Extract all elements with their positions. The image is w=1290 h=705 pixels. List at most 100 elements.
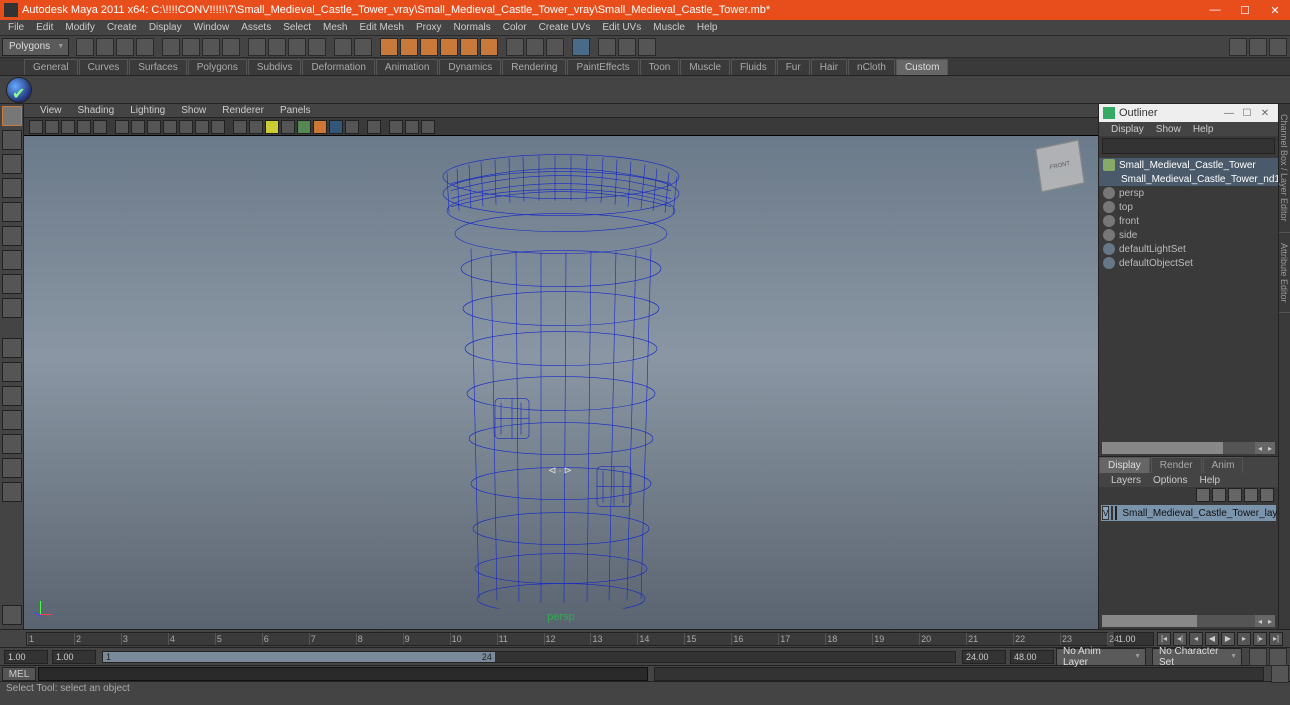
prefs-button[interactable]: [1269, 648, 1287, 666]
shelf-tab-animation[interactable]: Animation: [376, 59, 438, 75]
viewport-menu-lighting[interactable]: Lighting: [122, 105, 173, 116]
range-start-field[interactable]: 1.00: [4, 650, 48, 664]
show-manip-tool[interactable]: [2, 298, 22, 318]
layout-icon[interactable]: [1229, 38, 1247, 56]
vp-icon[interactable]: [249, 120, 263, 134]
vp-icon[interactable]: [195, 120, 209, 134]
menu-mode-dropdown[interactable]: Polygons: [2, 38, 69, 56]
vp-icon[interactable]: [163, 120, 177, 134]
outliner-menu-show[interactable]: Show: [1150, 124, 1187, 135]
tool-icon[interactable]: [598, 38, 616, 56]
select-tool[interactable]: [2, 106, 22, 126]
layout-button[interactable]: [2, 410, 22, 430]
vp-icon[interactable]: [367, 120, 381, 134]
script-editor-button[interactable]: [1271, 665, 1289, 683]
shelf-tab-subdivs[interactable]: Subdivs: [248, 59, 302, 75]
vp-icon[interactable]: [147, 120, 161, 134]
viewport-menu-panels[interactable]: Panels: [272, 105, 319, 116]
tool-icon[interactable]: [222, 38, 240, 56]
menu-edit-mesh[interactable]: Edit Mesh: [353, 22, 409, 33]
layer-icon[interactable]: [1196, 488, 1210, 502]
command-input[interactable]: [38, 667, 648, 681]
layer-type-toggle[interactable]: [1111, 506, 1113, 520]
menu-assets[interactable]: Assets: [235, 22, 277, 33]
vp-icon[interactable]: [115, 120, 129, 134]
menu-display[interactable]: Display: [143, 22, 188, 33]
tool-settings-button[interactable]: [2, 605, 22, 625]
shelf-tab-custom[interactable]: Custom: [896, 59, 948, 75]
shelf-tab-polygons[interactable]: Polygons: [188, 59, 247, 75]
close-button[interactable]: ✕: [1260, 0, 1290, 20]
shelf-tab-ncloth[interactable]: nCloth: [848, 59, 895, 75]
menu-help[interactable]: Help: [691, 22, 724, 33]
step-back-key-button[interactable]: ◂|: [1173, 632, 1187, 646]
soft-mod-tool[interactable]: [2, 274, 22, 294]
layer-tab-anim[interactable]: Anim: [1203, 457, 1244, 473]
tool-icon[interactable]: [334, 38, 352, 56]
outliner-item[interactable]: Small_Medieval_Castle_Tower: [1099, 158, 1278, 172]
layout-button[interactable]: [2, 434, 22, 454]
outliner-item[interactable]: side: [1099, 228, 1278, 242]
snap-icon[interactable]: [440, 38, 458, 56]
tool-icon[interactable]: [96, 38, 114, 56]
shelf-tab-general[interactable]: General: [24, 59, 78, 75]
layout-icon[interactable]: [1269, 38, 1287, 56]
layer-icon[interactable]: [1244, 488, 1258, 502]
universal-manip-tool[interactable]: [2, 250, 22, 270]
rotate-tool[interactable]: [2, 202, 22, 222]
layout-button[interactable]: [2, 386, 22, 406]
vp-icon[interactable]: [29, 120, 43, 134]
viewport-menu-renderer[interactable]: Renderer: [214, 105, 272, 116]
layer-icon[interactable]: [1260, 488, 1274, 502]
sidebar-tab-attribute-editor[interactable]: Attribute Editor: [1279, 233, 1290, 314]
panel-maximize-button[interactable]: ☐: [1238, 108, 1256, 119]
snap-icon[interactable]: [460, 38, 478, 56]
vp-icon[interactable]: [281, 120, 295, 134]
viewport-menu-view[interactable]: View: [32, 105, 70, 116]
move-tool[interactable]: [2, 178, 22, 198]
viewport-menu-shading[interactable]: Shading: [70, 105, 123, 116]
time-slider-track[interactable]: 123456789101112131415161718192021222324: [26, 632, 1108, 646]
menu-muscle[interactable]: Muscle: [647, 22, 691, 33]
vp-icon[interactable]: [265, 120, 279, 134]
outliner-item[interactable]: Small_Medieval_Castle_Tower_nd1...: [1099, 172, 1278, 186]
shelf-tab-fur[interactable]: Fur: [777, 59, 810, 75]
layout-button[interactable]: [2, 362, 22, 382]
shelf-tab-deformation[interactable]: Deformation: [302, 59, 374, 75]
playback-end-field[interactable]: 24.00: [962, 650, 1006, 664]
vp-icon[interactable]: [345, 120, 359, 134]
tool-icon[interactable]: [76, 38, 94, 56]
outliner-hscrollbar[interactable]: ◂▸: [1102, 442, 1275, 454]
step-back-button[interactable]: ◂: [1189, 632, 1203, 646]
vp-icon[interactable]: [77, 120, 91, 134]
layer-menu-help[interactable]: Help: [1193, 475, 1226, 486]
menu-create[interactable]: Create: [101, 22, 143, 33]
tool-icon[interactable]: [526, 38, 544, 56]
vp-icon[interactable]: [131, 120, 145, 134]
tool-icon[interactable]: [546, 38, 564, 56]
layer-icon[interactable]: [1228, 488, 1242, 502]
layout-icon[interactable]: [1249, 38, 1267, 56]
play-forward-button[interactable]: ▶: [1221, 632, 1235, 646]
menu-modify[interactable]: Modify: [59, 22, 100, 33]
vp-icon[interactable]: [329, 120, 343, 134]
range-slider[interactable]: 1 24: [102, 651, 956, 663]
menu-file[interactable]: File: [2, 22, 30, 33]
shelf-tab-muscle[interactable]: Muscle: [680, 59, 730, 75]
shelf-tab-dynamics[interactable]: Dynamics: [439, 59, 501, 75]
vp-icon[interactable]: [45, 120, 59, 134]
tool-icon[interactable]: [308, 38, 326, 56]
vp-icon[interactable]: [179, 120, 193, 134]
outliner-tree[interactable]: Small_Medieval_Castle_TowerSmall_Medieva…: [1099, 156, 1278, 440]
minimize-button[interactable]: —: [1200, 0, 1230, 20]
vp-icon[interactable]: [93, 120, 107, 134]
vp-icon[interactable]: [421, 120, 435, 134]
tool-icon[interactable]: [618, 38, 636, 56]
tool-icon[interactable]: [248, 38, 266, 56]
scale-tool[interactable]: [2, 226, 22, 246]
layer-tab-display[interactable]: Display: [1099, 457, 1150, 473]
play-back-button[interactable]: ◀: [1205, 632, 1219, 646]
shelf-tab-toon[interactable]: Toon: [640, 59, 680, 75]
layout-button[interactable]: [2, 338, 22, 358]
menu-mesh[interactable]: Mesh: [317, 22, 353, 33]
